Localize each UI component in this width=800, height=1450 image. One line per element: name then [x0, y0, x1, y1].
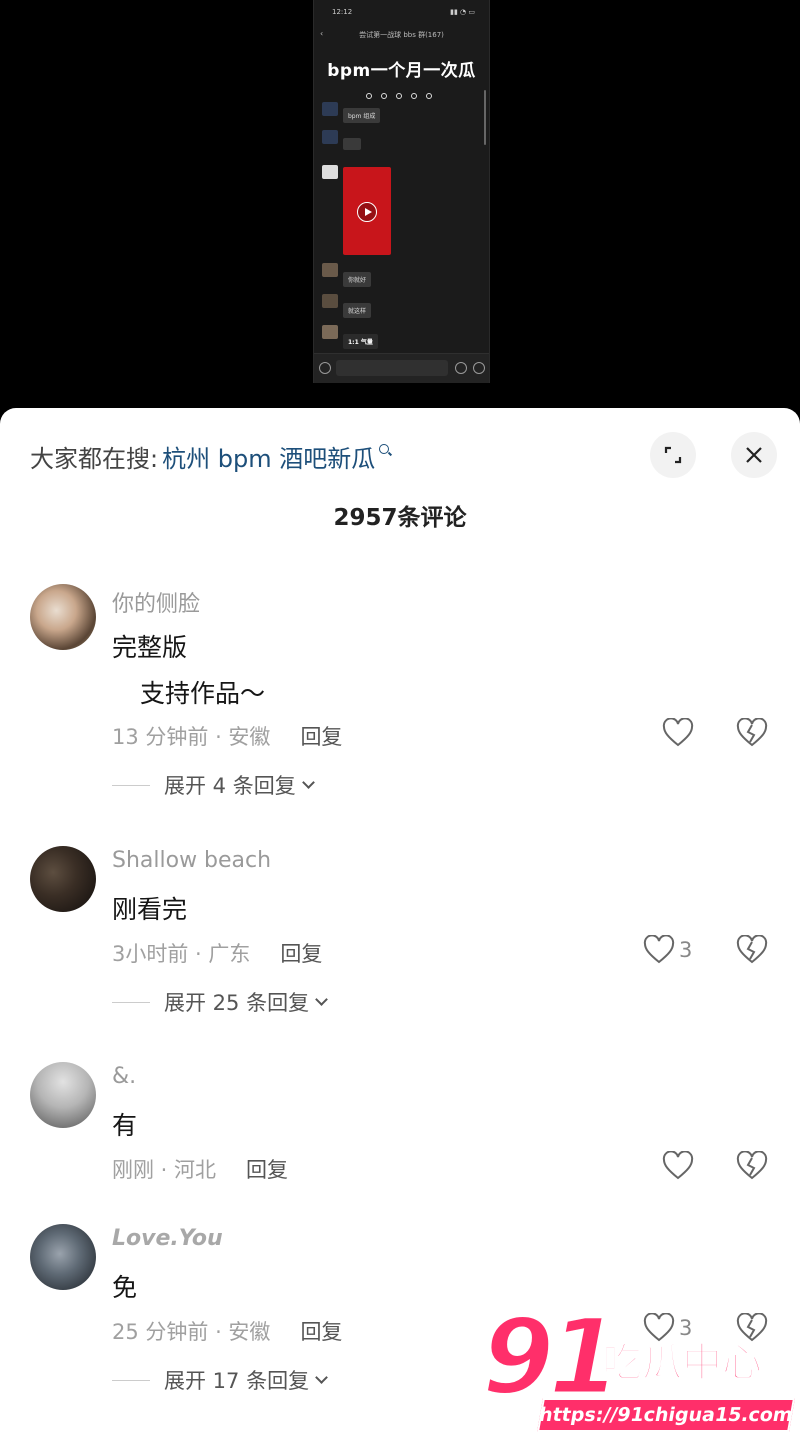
- comment-meta: 13 分钟前 · 安徽 回复: [112, 721, 342, 751]
- chat-bubble: 就这样: [343, 303, 372, 318]
- watermark-url: https://91chigua15.com: [537, 1398, 795, 1432]
- video-player[interactable]: 12:12 ▮▮ ◔ ▭ ‹ 尝试第一战球 bbs 群(167) bpm一个月一…: [0, 0, 800, 420]
- comment-meta: 25 分钟前 · 安徽 回复: [112, 1316, 342, 1346]
- video-overlay-title: bpm一个月一次瓜: [327, 61, 476, 81]
- chevron-down-icon: [301, 775, 315, 789]
- chat-title: 尝试第一战球 bbs 群(167): [359, 31, 444, 39]
- chat-bubble: 1:1 气量: [343, 334, 378, 349]
- chat-video-thumbnail: [343, 167, 391, 255]
- expand-replies-label: 展开 25 条回复: [164, 991, 310, 1015]
- dislike-button[interactable]: [736, 934, 768, 969]
- signal-icon: ▮▮ ◔ ▭: [450, 8, 475, 16]
- divider: [112, 784, 150, 786]
- trending-search[interactable]: 大家都在搜: 杭州 bpm 酒吧新瓜: [30, 438, 391, 474]
- comment-time-location: 25 分钟前 · 安徽: [112, 1320, 271, 1344]
- video-frame-screenshot: 12:12 ▮▮ ◔ ▭ ‹ 尝试第一战球 bbs 群(167) bpm一个月一…: [313, 0, 490, 383]
- search-term-link[interactable]: 杭州 bpm 酒吧新瓜: [162, 439, 375, 474]
- search-icon: [379, 444, 391, 456]
- divider: [112, 1379, 150, 1381]
- chat-input-bar: [314, 353, 489, 383]
- avatar: [322, 165, 338, 179]
- comment-meta: 3小时前 · 广东 回复: [112, 938, 322, 968]
- avatar: [322, 294, 338, 308]
- chat-bubble: [343, 138, 361, 150]
- close-button[interactable]: [731, 432, 777, 478]
- avatar: [322, 325, 338, 339]
- like-button[interactable]: [662, 718, 698, 748]
- comment-text: 支持作品～: [140, 679, 266, 708]
- heart-icon: [662, 718, 694, 747]
- voice-icon: [319, 362, 331, 374]
- avatar[interactable]: [30, 1224, 96, 1290]
- phone-status-time: 12:12: [332, 8, 353, 16]
- phone-status-bar: 12:12 ▮▮ ◔ ▭: [332, 8, 475, 20]
- avatar[interactable]: [30, 1062, 96, 1128]
- divider: [112, 1001, 150, 1003]
- comment-username[interactable]: 你的侧脸: [112, 586, 200, 618]
- broken-heart-icon: [736, 934, 768, 964]
- comment-text: 免: [112, 1273, 138, 1302]
- comment-text: 完整版: [112, 633, 188, 662]
- chat-bubble: bpm 组成: [343, 108, 381, 123]
- heart-icon: [643, 935, 675, 964]
- comment-time-location: 13 分钟前 · 安徽: [112, 725, 271, 749]
- heart-icon: [662, 1151, 694, 1180]
- play-icon: [357, 202, 377, 222]
- like-count: 3: [679, 938, 693, 962]
- like-button[interactable]: 3: [643, 935, 692, 965]
- chevron-down-icon: [315, 992, 328, 1006]
- dislike-button[interactable]: [736, 1150, 768, 1185]
- expand-icon: [664, 446, 682, 464]
- avatar: [322, 130, 338, 144]
- broken-heart-icon: [736, 717, 768, 747]
- reply-button[interactable]: 回复: [246, 1154, 288, 1184]
- comments-sheet: 大家都在搜: 杭州 bpm 酒吧新瓜 2957条评论 你的侧脸 完整版 支持作品…: [0, 408, 800, 1450]
- avatar[interactable]: [30, 584, 96, 650]
- like-button[interactable]: [662, 1151, 698, 1181]
- broken-heart-icon: [736, 1150, 768, 1180]
- comment-meta: 刚刚 · 河北 回复: [112, 1154, 288, 1184]
- comment-text: 有: [112, 1111, 138, 1140]
- dislike-button[interactable]: [736, 717, 768, 752]
- expand-replies-label: 展开 17 条回复: [164, 1369, 310, 1393]
- comments-count: 2957条评论: [333, 505, 467, 531]
- avatar: [322, 263, 338, 277]
- plus-icon: [473, 362, 485, 374]
- comment-username[interactable]: Shallow beach: [112, 848, 271, 873]
- watermark-logo: 91 吃瓜中心 https://91chigua15.com: [481, 1295, 795, 1438]
- watermark-brand: 吃瓜中心: [601, 1339, 763, 1387]
- scrollbar: [484, 90, 486, 145]
- chat-bubble: 你就好: [343, 272, 372, 287]
- expand-sheet-button[interactable]: [650, 432, 696, 478]
- comment-time-location: 3小时前 · 广东: [112, 942, 251, 966]
- chat-input-field: [336, 360, 448, 376]
- search-prefix: 大家都在搜:: [30, 444, 159, 473]
- reaction-dots: [366, 93, 432, 99]
- chevron-down-icon: [315, 1370, 328, 1384]
- expand-replies-button[interactable]: 展开 25 条回复: [112, 987, 328, 1017]
- avatar: [322, 102, 338, 116]
- expand-replies-button[interactable]: 展开 17 条回复: [112, 1365, 328, 1395]
- comment-username[interactable]: &.: [112, 1064, 136, 1089]
- reply-button[interactable]: 回复: [300, 721, 342, 751]
- expand-replies-button[interactable]: 展开 4 条回复: [112, 770, 315, 800]
- comment-time-location: 刚刚 · 河北: [112, 1158, 217, 1182]
- avatar[interactable]: [30, 846, 96, 912]
- comment-username[interactable]: Love.You: [112, 1226, 223, 1251]
- reply-button[interactable]: 回复: [300, 1316, 342, 1346]
- expand-replies-label: 展开 4 条回复: [164, 774, 296, 798]
- reply-button[interactable]: 回复: [280, 938, 322, 968]
- comment-text: 刚看完: [112, 895, 188, 924]
- close-icon: [746, 447, 762, 463]
- emoji-icon: [455, 362, 467, 374]
